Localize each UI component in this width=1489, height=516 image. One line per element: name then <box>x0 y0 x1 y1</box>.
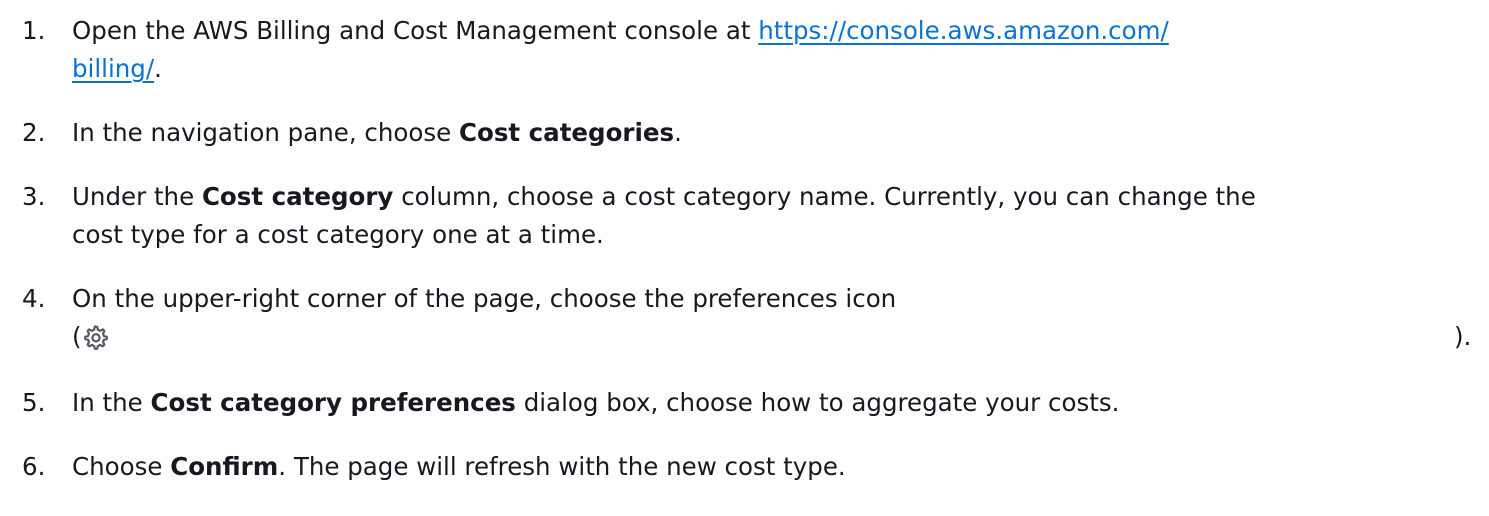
step-text-after: . <box>674 118 682 147</box>
step-number: 1. <box>22 16 46 45</box>
ui-term-cost-categories: Cost categories <box>459 118 675 147</box>
ui-term-cost-category: Cost category <box>201 182 394 211</box>
step-text-after: dialog box, choose how to aggregate your… <box>515 388 1120 417</box>
procedure-steps: 1. Open the AWS Billing and Cost Managem… <box>0 0 1489 516</box>
ui-term-cost-category-preferences: Cost category preferences <box>150 388 516 417</box>
paren-open: ( <box>72 322 82 351</box>
step-number: 3. <box>22 182 46 211</box>
billing-console-link-continued[interactable]: billing/ <box>72 54 154 83</box>
billing-console-link[interactable]: https://console.aws.amazon.com/ <box>758 16 1168 45</box>
paren-close: ). <box>1454 322 1472 351</box>
step-text-line-2: cost type for a cost category one at a t… <box>72 220 604 249</box>
step-text: In the navigation pane, choose Cost cate… <box>72 114 1469 152</box>
step-text-after: . The page will refresh with the new cos… <box>278 452 846 481</box>
icon-row: ( ). <box>72 318 1472 356</box>
step-text-after: column, choose a cost category name. Cur… <box>393 182 1256 211</box>
step-text: On the upper-right corner of the page, c… <box>72 280 1472 356</box>
ui-term-confirm: Confirm <box>170 452 279 481</box>
step-number: 6. <box>22 452 46 481</box>
step-number: 4. <box>22 284 46 313</box>
step-text: In the Cost category preferences dialog … <box>72 384 1469 422</box>
step-text-after: . <box>154 54 162 83</box>
step-text-line-1: On the upper-right corner of the page, c… <box>72 284 897 313</box>
step-text-before: In the <box>72 388 151 417</box>
gear-icon <box>84 325 108 350</box>
step-text-before: In the navigation pane, choose <box>72 118 460 147</box>
step-number: 5. <box>22 388 46 417</box>
step-text-before: Under the <box>72 182 202 211</box>
step-text: Choose Confirm. The page will refresh wi… <box>72 448 1469 486</box>
step-text-before: Choose <box>72 452 171 481</box>
step-text-before: Open the AWS Billing and Cost Management… <box>72 16 759 45</box>
step-text: Under the Cost category column, choose a… <box>72 178 1469 254</box>
step-text: Open the AWS Billing and Cost Management… <box>72 12 1469 88</box>
step-number: 2. <box>22 118 46 147</box>
